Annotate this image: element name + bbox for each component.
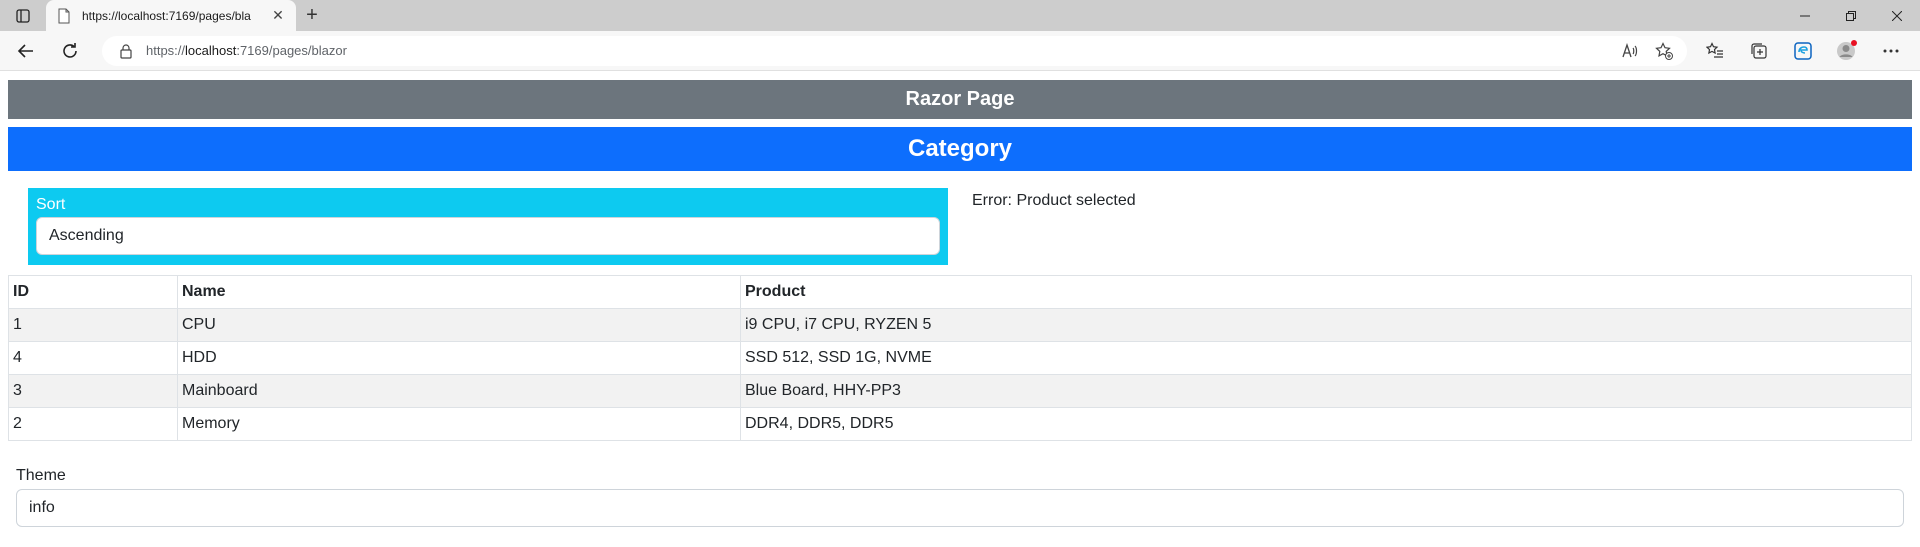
razor-page-header: Razor Page	[8, 80, 1912, 119]
lock-icon	[120, 43, 132, 59]
refresh-icon	[63, 42, 77, 58]
tab-actions-icon	[16, 8, 30, 23]
table-row[interactable]: 4 HDD SSD 512, SSD 1G, NVME	[8, 341, 1912, 375]
column-header-name: Name	[177, 275, 741, 309]
restore-button[interactable]	[1828, 0, 1874, 31]
close-window-button[interactable]	[1874, 0, 1920, 31]
back-arrow-icon	[17, 43, 33, 58]
sort-panel: Sort Ascending	[28, 188, 948, 265]
cell-name: HDD	[177, 341, 741, 375]
page-icon	[58, 8, 70, 23]
cell-name: Memory	[177, 407, 741, 441]
address-bar: https://localhost:7169/pages/blazor	[0, 31, 1920, 71]
favorites-icon	[1706, 41, 1723, 58]
cell-id: 4	[8, 341, 178, 375]
cell-product: i9 CPU, i7 CPU, RYZEN 5	[740, 308, 1912, 342]
tab-close-icon[interactable]: ✕	[270, 7, 286, 24]
sort-label: Sort	[36, 196, 66, 213]
more-icon	[1883, 49, 1899, 52]
minimize-button[interactable]	[1782, 0, 1828, 31]
restore-icon	[1846, 10, 1856, 21]
cell-id: 3	[8, 374, 178, 408]
tab-bar: https://localhost:7169/pages/bla ✕ +	[0, 0, 1920, 31]
favorites-button[interactable]	[1693, 33, 1737, 69]
table-header-row: ID Name Product	[8, 275, 1912, 309]
avatar-icon	[1837, 39, 1857, 60]
table-row[interactable]: 3 Mainboard Blue Board, HHY-PP3	[8, 374, 1912, 408]
error-message: Error: Product selected	[972, 192, 1136, 209]
category-table: ID Name Product 1 CPU i9 CPU, i7 CPU, RY…	[8, 275, 1912, 441]
theme-input[interactable]: info	[16, 489, 1904, 527]
cell-product: DDR4, DDR5, DDR5	[740, 407, 1912, 441]
cell-name: CPU	[177, 308, 741, 342]
close-icon	[1892, 10, 1902, 21]
profile-button[interactable]	[1825, 33, 1869, 69]
read-aloud-button[interactable]	[1613, 38, 1647, 64]
tab-title: https://localhost:7169/pages/bla	[82, 8, 251, 23]
theme-label: Theme	[16, 467, 66, 484]
edge-bar-button[interactable]	[1781, 33, 1825, 69]
browser-tab[interactable]: https://localhost:7169/pages/bla ✕	[46, 0, 296, 31]
column-header-product: Product	[740, 275, 1912, 309]
back-button[interactable]	[8, 33, 44, 69]
more-options-button[interactable]	[1869, 33, 1913, 69]
cell-product: Blue Board, HHY-PP3	[740, 374, 1912, 408]
new-tab-button[interactable]: +	[296, 0, 328, 31]
cell-id: 1	[8, 308, 178, 342]
star-plus-icon	[1655, 41, 1673, 60]
url-text: https://localhost:7169/pages/blazor	[146, 43, 347, 58]
add-favorite-button[interactable]	[1647, 38, 1681, 64]
cell-product: SSD 512, SSD 1G, NVME	[740, 341, 1912, 375]
refresh-button[interactable]	[52, 33, 88, 69]
category-header: Category	[8, 127, 1912, 171]
url-field[interactable]: https://localhost:7169/pages/blazor	[102, 35, 1687, 66]
cell-id: 2	[8, 407, 178, 441]
minimize-icon	[1800, 15, 1810, 16]
sort-select[interactable]: Ascending	[36, 217, 940, 255]
tab-actions-button[interactable]	[0, 0, 46, 31]
table-row[interactable]: 2 Memory DDR4, DDR5, DDR5	[8, 407, 1912, 441]
column-header-id: ID	[8, 275, 178, 309]
edge-icon	[1794, 41, 1812, 60]
collections-button[interactable]	[1737, 33, 1781, 69]
window-controls	[1782, 0, 1920, 31]
read-aloud-icon	[1622, 42, 1638, 57]
cell-name: Mainboard	[177, 374, 741, 408]
table-row[interactable]: 1 CPU i9 CPU, i7 CPU, RYZEN 5	[8, 308, 1912, 342]
collections-icon	[1751, 42, 1767, 59]
